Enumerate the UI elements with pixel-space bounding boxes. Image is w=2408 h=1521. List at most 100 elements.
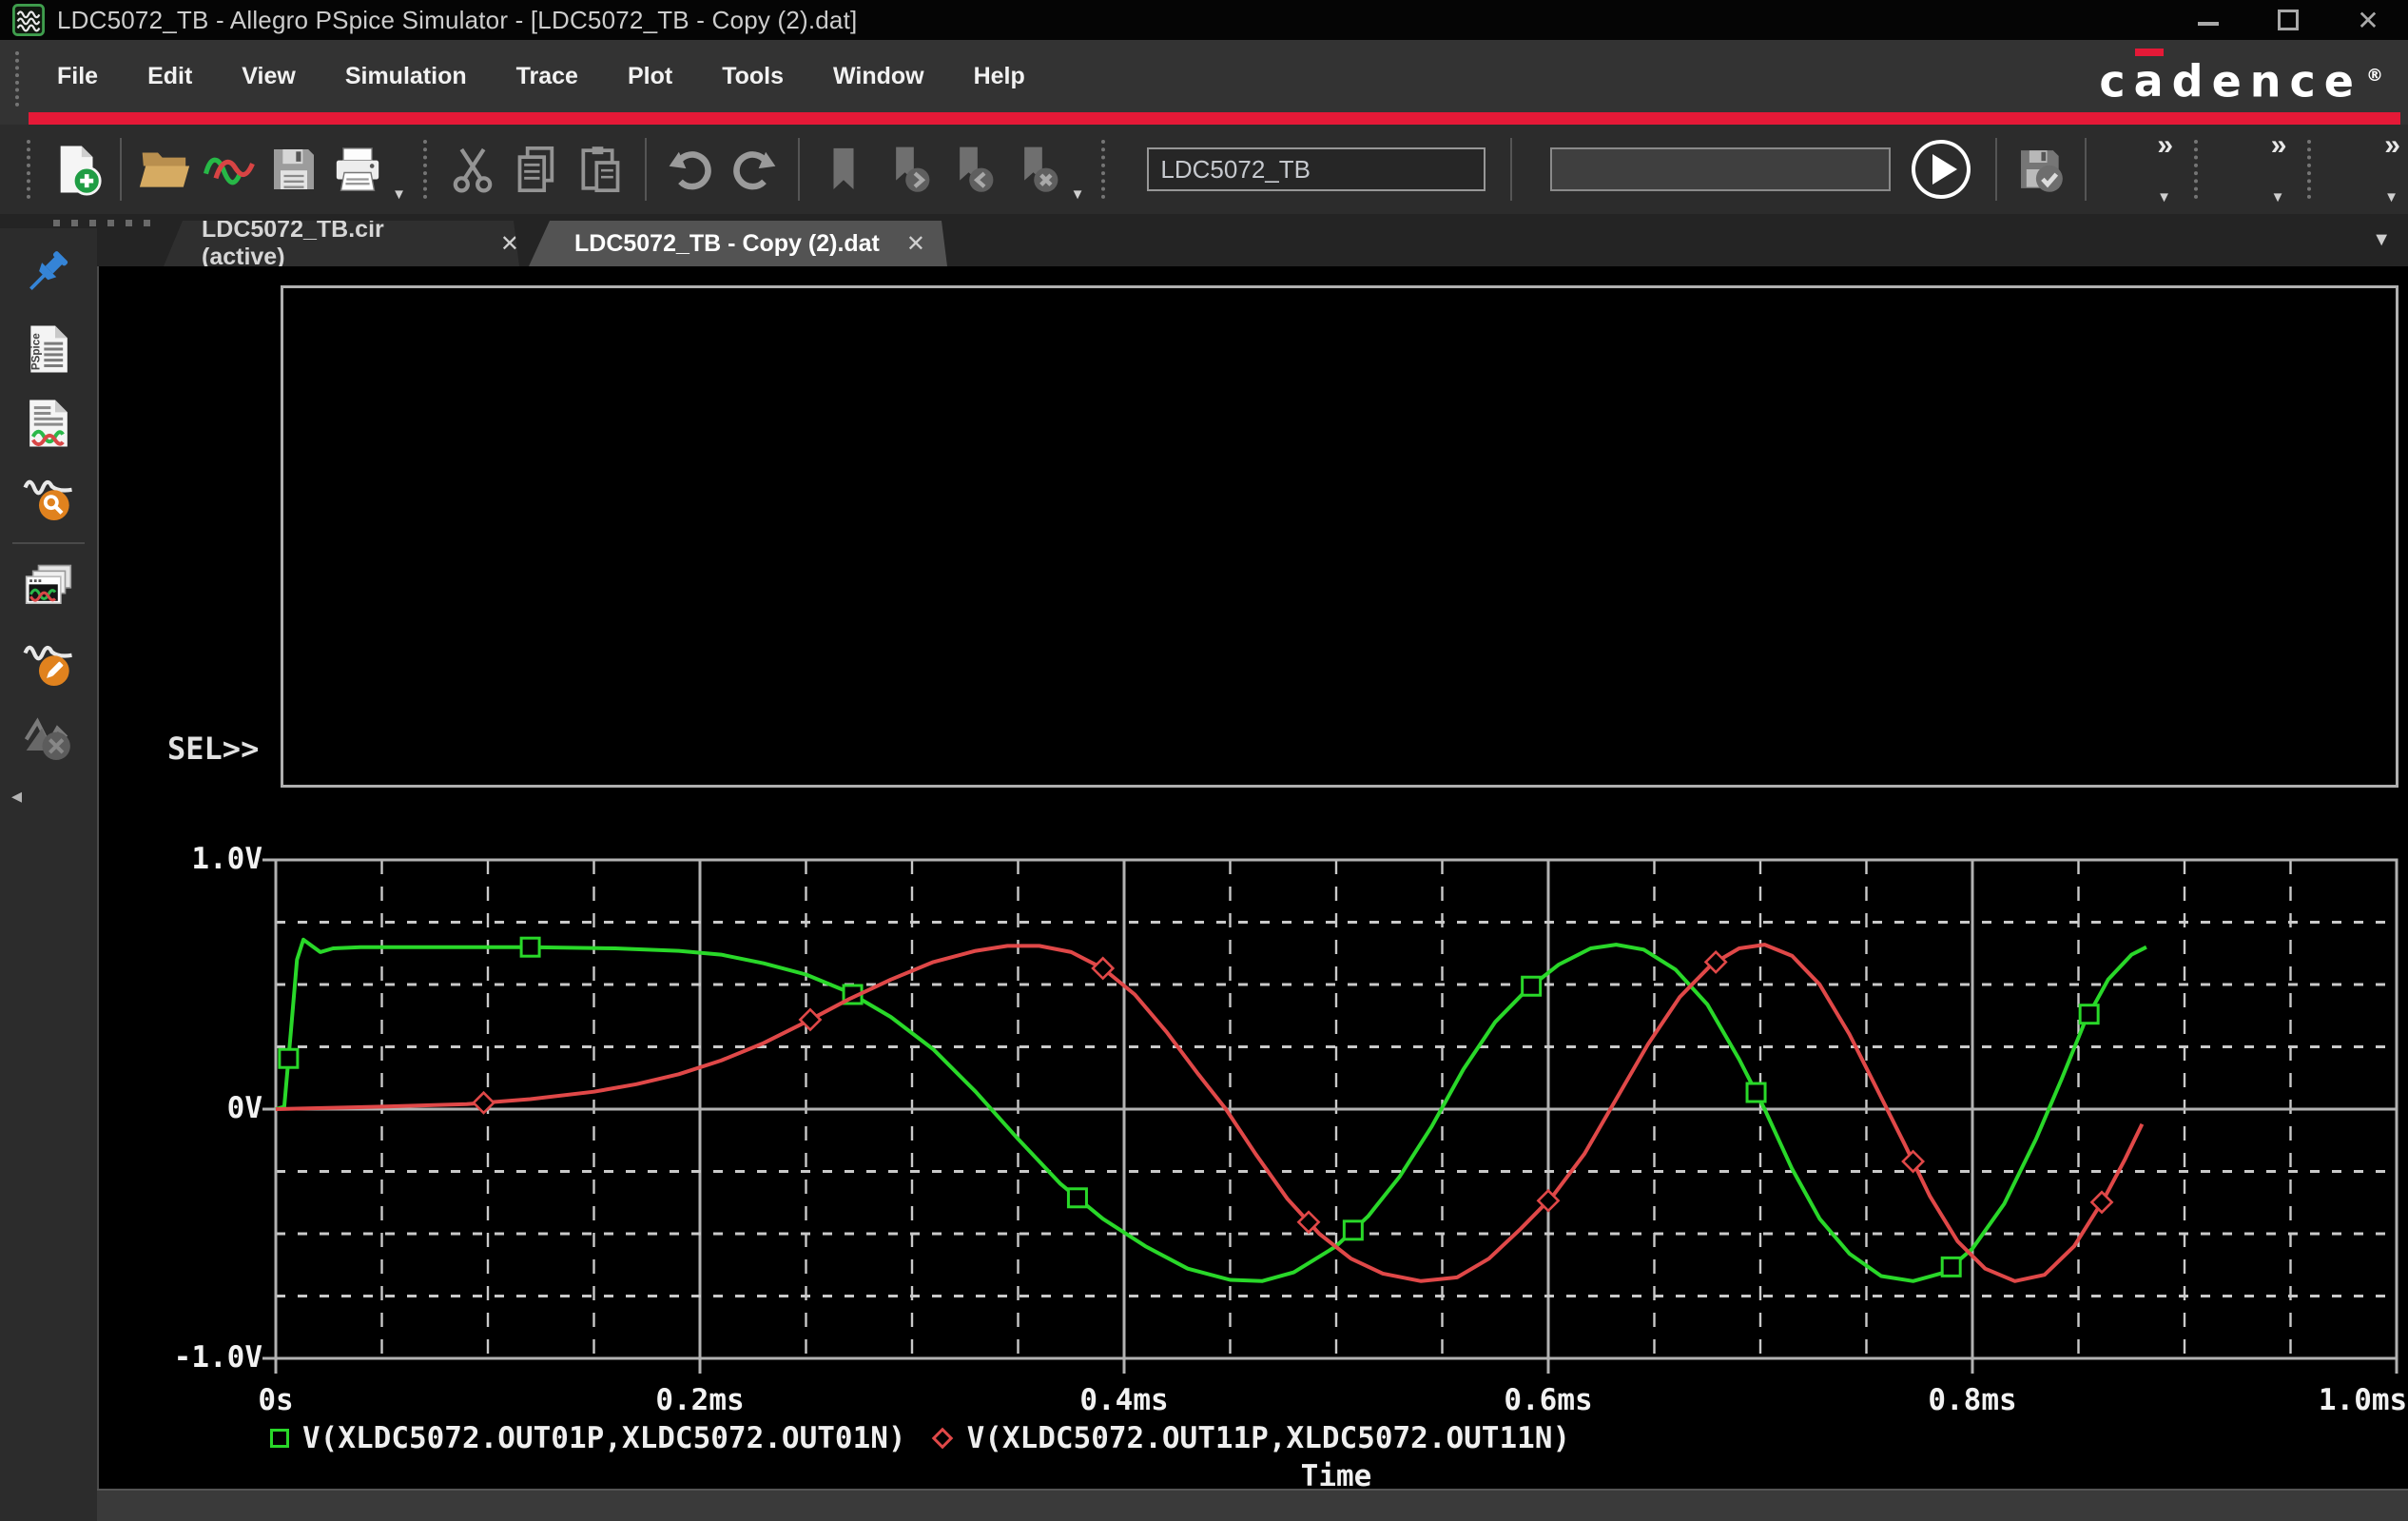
tab-label: LDC5072_TB - Copy (2).dat — [574, 230, 880, 258]
print-icon[interactable] — [328, 138, 387, 201]
title-bar: LDC5072_TB - Allegro PSpice Simulator - … — [0, 0, 2408, 40]
bookmark-icon[interactable] — [814, 138, 873, 201]
paste-icon[interactable] — [572, 138, 631, 201]
menu-item[interactable]: Window — [808, 63, 949, 90]
open-folder-icon[interactable] — [136, 138, 195, 201]
toolbar-grip[interactable] — [2194, 140, 2198, 199]
legend-item[interactable]: V(XLDC5072.OUT01P,XLDC5072.OUT01N) — [270, 1421, 906, 1455]
play-icon — [1932, 154, 1957, 185]
tab-label: LDC5072_TB.cir (active) — [202, 216, 474, 271]
cadence-logo: cadence® — [2099, 48, 2383, 109]
minimize-button[interactable] — [2168, 0, 2248, 40]
cadence-macron — [2135, 49, 2164, 56]
bookmark-dropdown-icon[interactable]: ▼ — [1071, 186, 1085, 203]
cut-icon[interactable] — [443, 138, 502, 201]
menu-item[interactable]: File — [32, 63, 123, 90]
bookmark-next-icon[interactable] — [879, 138, 938, 201]
svg-text:PSpice: PSpice — [30, 333, 43, 370]
toolbar: ▼ — [0, 125, 2408, 214]
status-strip — [97, 1489, 2408, 1521]
tab-close-icon[interactable]: ✕ — [500, 230, 519, 258]
menu-items: FileEditViewSimulationTracePlotToolsWind… — [32, 40, 1050, 112]
maximize-button[interactable] — [2248, 0, 2328, 40]
pin-icon[interactable] — [20, 246, 77, 303]
x-tick-label: 0.6ms — [1504, 1383, 1592, 1417]
menu-item[interactable]: View — [217, 63, 320, 90]
save-check-icon[interactable] — [2011, 138, 2070, 201]
toolbar-separator — [2085, 138, 2087, 201]
menu-item[interactable]: Plot — [603, 63, 697, 90]
bookmark-delete-icon[interactable] — [1007, 138, 1066, 201]
tab-bar: LDC5072_TB.cir (active) ✕ LDC5072_TB - C… — [0, 214, 2408, 266]
copy-icon[interactable] — [508, 138, 567, 201]
collapse-arrow-icon[interactable]: ◂ — [11, 784, 22, 809]
y-tick-label: 0V — [120, 1091, 262, 1125]
y-tick-label: 1.0V — [120, 842, 262, 876]
toolbar-grip[interactable] — [2307, 140, 2311, 199]
menu-item[interactable]: Tools — [697, 63, 808, 90]
trace-legend: V(XLDC5072.OUT01P,XLDC5072.OUT01N) V(XLDC… — [270, 1421, 1595, 1455]
redo-icon[interactable] — [725, 138, 784, 201]
waveform-edit-icon[interactable] — [20, 634, 77, 692]
tab-dat-file[interactable]: LDC5072_TB - Copy (2).dat ✕ — [529, 221, 947, 266]
menu-bar: FileEditViewSimulationTracePlotToolsWind… — [0, 40, 2408, 125]
y-tick-label: -1.0V — [120, 1340, 262, 1375]
toolbar-overflow-group: » ▼ — [2324, 131, 2407, 207]
run-simulation-button[interactable] — [1912, 140, 1971, 199]
square-marker-icon — [270, 1429, 289, 1448]
tab-close-icon[interactable]: ✕ — [906, 230, 925, 258]
undo-icon[interactable] — [661, 138, 720, 201]
x-tick-label: 0.8ms — [1928, 1383, 2016, 1417]
app-waveform-icon — [12, 4, 45, 36]
menu-item[interactable]: Edit — [123, 63, 217, 90]
toolbar-separator — [645, 138, 647, 201]
x-tick-label: 1.0ms — [2319, 1383, 2407, 1417]
bookmark-prev-icon[interactable] — [942, 138, 1001, 201]
new-circuit-icon[interactable] — [47, 138, 106, 201]
toolbar-grip[interactable] — [423, 140, 427, 199]
menu-item[interactable]: Help — [949, 63, 1050, 90]
waveform-tools-icon[interactable] — [20, 709, 77, 766]
legend-label: V(XLDC5072.OUT01P,XLDC5072.OUT01N) — [302, 1421, 906, 1455]
toolbar-separator — [1995, 138, 1997, 201]
overflow-dropdown-icon[interactable]: ▼ — [2271, 189, 2285, 205]
save-icon[interactable] — [264, 138, 323, 201]
menu-item[interactable]: Simulation — [320, 63, 492, 90]
simulation-profile-input[interactable] — [1147, 147, 1486, 191]
sidebar-separator — [12, 542, 85, 544]
document-waveform-icon[interactable] — [20, 395, 77, 452]
overflow-chevron-icon[interactable]: » — [2157, 129, 2173, 162]
toolbar-separator — [798, 138, 800, 201]
windows-stack-icon[interactable] — [20, 560, 77, 617]
left-sidebar: PSpice — [0, 228, 97, 1521]
toolbar-separator — [1510, 138, 1512, 201]
tab-circuit-file[interactable]: LDC5072_TB.cir (active) ✕ — [164, 221, 519, 266]
toolbar-overflow-group: » ▼ — [2211, 131, 2294, 207]
application-window: LDC5072_TB - Allegro PSpice Simulator - … — [0, 0, 2408, 1521]
top-plot-panel[interactable] — [281, 285, 2398, 788]
overflow-chevron-icon[interactable]: » — [2271, 129, 2287, 162]
tab-list-dropdown-icon[interactable]: ▼ — [2372, 229, 2391, 251]
pspice-document-icon[interactable]: PSpice — [20, 321, 77, 378]
menu-item[interactable]: Trace — [492, 63, 603, 90]
toolbar-grip[interactable] — [1101, 140, 1105, 199]
toolbar-grip[interactable] — [27, 140, 30, 199]
x-tick-label: 0.2ms — [655, 1383, 744, 1417]
print-dropdown-icon[interactable]: ▼ — [392, 186, 406, 203]
waveform-file-icon[interactable] — [200, 138, 259, 201]
brand-red-line — [29, 112, 2400, 125]
waveform-plot[interactable] — [276, 860, 2397, 1358]
tabbar-grip[interactable] — [53, 220, 150, 226]
overflow-dropdown-icon[interactable]: ▼ — [2384, 189, 2398, 205]
overflow-chevron-icon[interactable]: » — [2384, 129, 2400, 162]
menubar-grip[interactable] — [15, 51, 19, 107]
x-tick-label: 0s — [258, 1383, 293, 1417]
overflow-dropdown-icon[interactable]: ▼ — [2157, 189, 2171, 205]
legend-item[interactable]: V(XLDC5072.OUT11P,XLDC5072.OUT11N) — [931, 1421, 1571, 1455]
close-button[interactable]: ✕ — [2328, 0, 2408, 40]
toolbar-overflow-group: » ▼ — [2098, 131, 2181, 207]
trace-combobox[interactable] — [1550, 147, 1891, 191]
window-title: LDC5072_TB - Allegro PSpice Simulator - … — [57, 6, 857, 35]
toolbar-separator — [120, 138, 122, 201]
waveform-search-icon[interactable] — [20, 469, 77, 526]
